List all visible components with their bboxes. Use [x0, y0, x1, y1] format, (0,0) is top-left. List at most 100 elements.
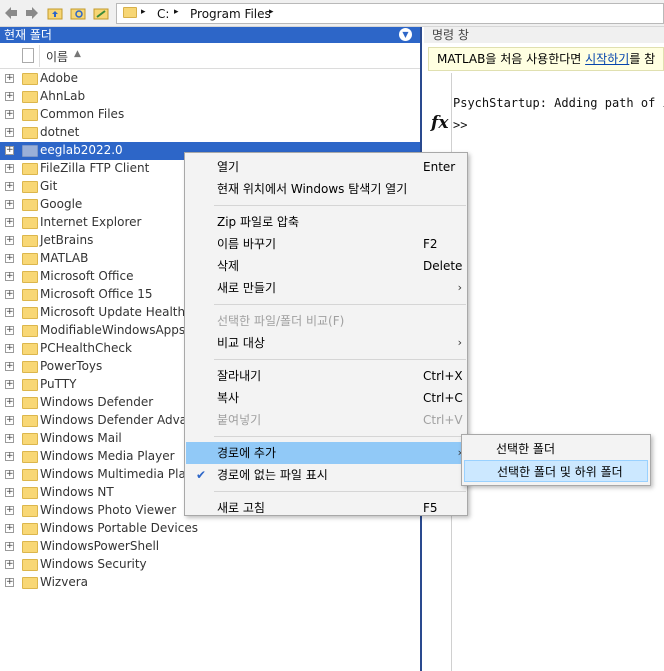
expand-icon[interactable]: +: [5, 542, 14, 551]
menu-item-shortcut: Enter: [423, 160, 456, 174]
folder-row[interactable]: + Wizvera: [0, 574, 420, 592]
command-prompt[interactable]: >>: [453, 118, 467, 132]
up-folder-icon[interactable]: [47, 5, 63, 21]
submenu-item[interactable]: 선택한 폴더 및 하위 폴더: [464, 460, 648, 482]
expand-icon[interactable]: +: [5, 182, 14, 191]
expand-icon[interactable]: +: [5, 110, 14, 119]
folder-icon: [22, 127, 38, 139]
expand-icon[interactable]: +: [5, 146, 14, 155]
expand-icon[interactable]: +: [5, 506, 14, 515]
menu-item-label: Zip 파일로 압축: [217, 215, 300, 229]
expand-icon[interactable]: +: [5, 308, 14, 317]
folder-name: AhnLab: [40, 89, 86, 103]
folder-icon: [22, 433, 38, 445]
expand-icon[interactable]: +: [5, 254, 14, 263]
folder-name: Internet Explorer: [40, 215, 142, 229]
folder-name: Wizvera: [40, 575, 89, 589]
expand-icon[interactable]: +: [5, 488, 14, 497]
path-segment-drive[interactable]: C:: [157, 7, 169, 21]
folder-name: dotnet: [40, 125, 80, 139]
expand-icon[interactable]: +: [5, 524, 14, 533]
expand-icon[interactable]: +: [5, 434, 14, 443]
menu-item[interactable]: 이름 바꾸기 F2: [186, 233, 466, 255]
expand-icon[interactable]: +: [5, 470, 14, 479]
panel-title: 현재 폴더: [4, 28, 52, 42]
folder-icon: [22, 487, 38, 499]
folder-row[interactable]: + Windows Portable Devices: [0, 520, 420, 538]
folder-name: Windows NT: [40, 485, 114, 499]
expand-icon[interactable]: +: [5, 236, 14, 245]
expand-icon[interactable]: +: [5, 416, 14, 425]
menu-item-label: 열기: [217, 160, 240, 174]
menu-separator: [214, 491, 466, 492]
expand-icon[interactable]: +: [5, 326, 14, 335]
expand-icon[interactable]: +: [5, 164, 14, 173]
banner-text: MATLAB을 처음 사용한다면: [437, 52, 586, 66]
submenu-item[interactable]: 선택한 폴더: [464, 438, 648, 460]
find-folder-icon[interactable]: [93, 5, 109, 21]
folder-icon: [22, 235, 38, 247]
menu-item[interactable]: 새로 고침 F5: [186, 497, 466, 519]
menu-item: 선택한 파일/폴더 비교(F): [186, 310, 466, 332]
expand-icon[interactable]: +: [5, 398, 14, 407]
folder-icon: [22, 145, 38, 157]
expand-icon[interactable]: +: [5, 92, 14, 101]
address-bar[interactable]: ▸ C: ▸ Program Files ▸: [116, 3, 664, 24]
expand-icon[interactable]: +: [5, 362, 14, 371]
menu-item-shortcut: Ctrl+C: [423, 391, 463, 405]
toolbar: ▸ C: ▸ Program Files ▸: [0, 0, 664, 27]
submenu-arrow-icon: ›: [457, 281, 462, 294]
folder-row[interactable]: + AhnLab: [0, 88, 420, 106]
expand-icon[interactable]: +: [5, 218, 14, 227]
menu-item[interactable]: 열기 Enter: [186, 156, 466, 178]
folder-icon: [22, 397, 38, 409]
expand-icon[interactable]: +: [5, 290, 14, 299]
folder-name: Windows Media Player: [40, 449, 175, 463]
folder-row[interactable]: + Common Files: [0, 106, 420, 124]
menu-item[interactable]: 현재 위치에서 Windows 탐색기 열기: [186, 178, 466, 200]
panel-menu-icon[interactable]: ▼: [399, 28, 412, 41]
forward-arrow-icon[interactable]: [24, 5, 40, 21]
folder-row[interactable]: + Windows Security: [0, 556, 420, 574]
expand-icon[interactable]: +: [5, 74, 14, 83]
folder-icon: [22, 325, 38, 337]
folder-name: Windows Photo Viewer: [40, 503, 177, 517]
function-browser-icon[interactable]: fx: [431, 113, 448, 133]
column-header[interactable]: 이름 ▲: [0, 43, 420, 69]
folder-row[interactable]: + dotnet: [0, 124, 420, 142]
folder-icon: [22, 73, 38, 85]
browse-folder-icon[interactable]: [70, 5, 86, 21]
expand-icon[interactable]: +: [5, 344, 14, 353]
folder-row[interactable]: + Adobe: [0, 70, 420, 88]
menu-item[interactable]: 비교 대상 ›: [186, 332, 466, 354]
menu-item[interactable]: 복사 Ctrl+C: [186, 387, 466, 409]
expand-icon[interactable]: +: [5, 578, 14, 587]
menu-item[interactable]: ✔ 경로에 없는 파일 표시: [186, 464, 466, 486]
folder-icon: [22, 163, 38, 175]
expand-icon[interactable]: +: [5, 128, 14, 137]
path-segment-folder[interactable]: Program Files: [190, 7, 271, 21]
panel-header: 현재 폴더 ▼: [0, 27, 420, 43]
menu-item-label: 새로 고침: [217, 501, 265, 515]
back-arrow-icon[interactable]: [3, 5, 19, 21]
expand-icon[interactable]: +: [5, 272, 14, 281]
expand-icon[interactable]: +: [5, 452, 14, 461]
menu-item: 붙여넣기 Ctrl+V: [186, 409, 466, 431]
menu-item[interactable]: 잘라내기 Ctrl+X: [186, 365, 466, 387]
column-name[interactable]: 이름: [46, 48, 68, 65]
menu-item[interactable]: 삭제 Delete: [186, 255, 466, 277]
expand-icon[interactable]: +: [5, 380, 14, 389]
path-separator: ▸: [141, 7, 146, 17]
menu-item-label: 비교 대상: [217, 336, 265, 350]
menu-item[interactable]: Zip 파일로 압축: [186, 211, 466, 233]
getting-started-link[interactable]: 시작하기: [585, 52, 629, 66]
sort-ascending-icon: ▲: [74, 49, 81, 59]
folder-row[interactable]: + WindowsPowerShell: [0, 538, 420, 556]
expand-icon[interactable]: +: [5, 200, 14, 209]
menu-item[interactable]: 경로에 추가 ›: [186, 442, 466, 464]
expand-icon[interactable]: +: [5, 560, 14, 569]
menu-item[interactable]: 새로 만들기 ›: [186, 277, 466, 299]
folder-icon: [22, 361, 38, 373]
folder-icon: [22, 541, 38, 553]
menu-item-label: 현재 위치에서 Windows 탐색기 열기: [217, 182, 408, 196]
